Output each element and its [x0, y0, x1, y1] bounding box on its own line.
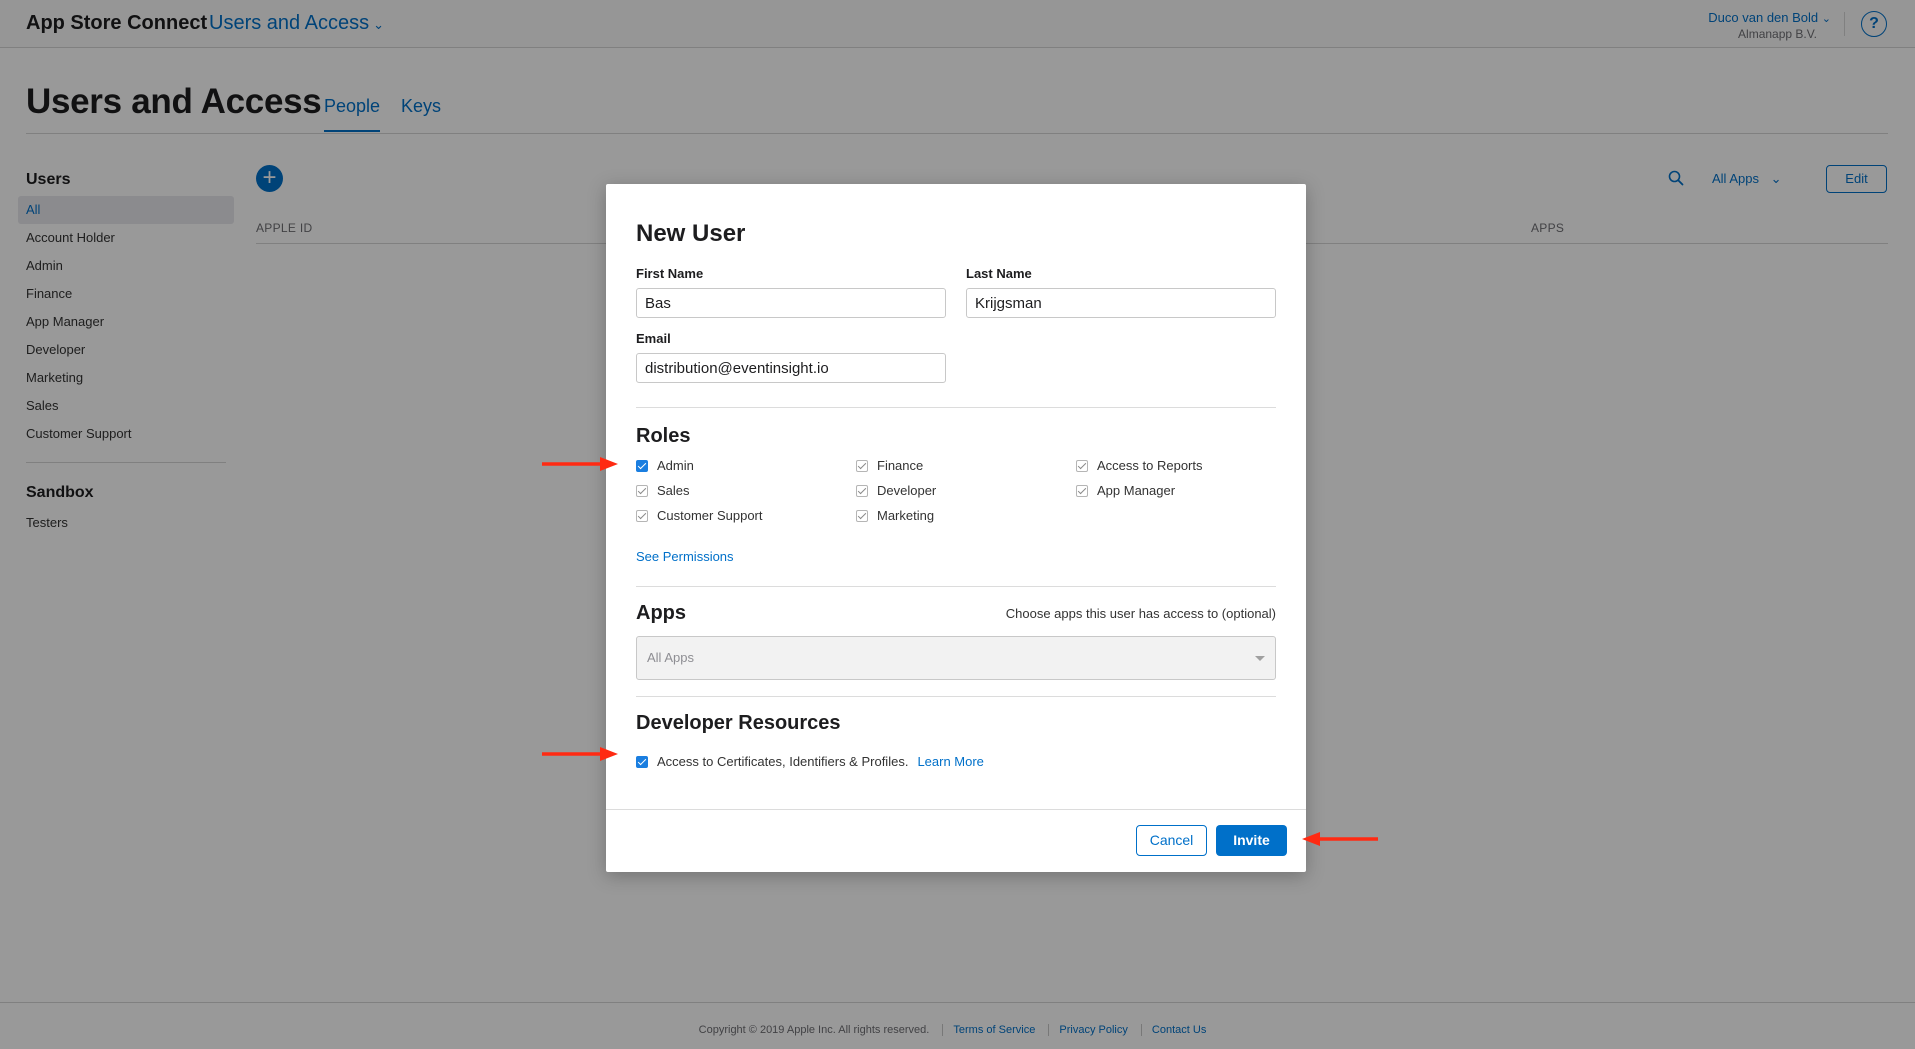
apps-heading: Apps: [636, 602, 686, 624]
see-permissions-link[interactable]: See Permissions: [636, 549, 734, 564]
caret-down-icon: [1255, 656, 1265, 661]
email-field[interactable]: [636, 353, 946, 383]
annotation-arrow-right-icon: [542, 747, 618, 761]
certificates-access-checkbox[interactable]: Access to Certificates, Identifiers & Pr…: [636, 754, 908, 769]
checkbox-checked-icon: [636, 509, 648, 522]
role-checkbox-developer[interactable]: Developer: [856, 483, 936, 498]
annotation-arrow-right-icon: [542, 457, 618, 471]
role-checkbox-sales[interactable]: Sales: [636, 483, 690, 498]
roles-heading: Roles: [636, 425, 691, 447]
cancel-button[interactable]: Cancel: [1136, 825, 1207, 856]
role-checkbox-finance[interactable]: Finance: [856, 458, 923, 473]
checkbox-checked-icon: [636, 484, 648, 497]
apps-select-value: All Apps: [647, 650, 694, 665]
apps-select-dropdown[interactable]: All Apps: [636, 636, 1276, 680]
new-user-dialog: New User First Name Last Name Email Role…: [606, 184, 1306, 872]
role-checkbox-access-to-reports[interactable]: Access to Reports: [1076, 458, 1203, 473]
dialog-footer-divider: [606, 809, 1306, 810]
invite-button[interactable]: Invite: [1216, 825, 1287, 856]
checkbox-checked-icon: [1076, 484, 1088, 497]
first-name-label: First Name: [636, 266, 704, 281]
role-checkbox-customer-support[interactable]: Customer Support: [636, 508, 763, 523]
email-label: Email: [636, 331, 671, 346]
first-name-field[interactable]: [636, 288, 946, 318]
divider: [636, 586, 1276, 587]
checkbox-checked-icon: [636, 459, 648, 472]
role-checkbox-app-manager[interactable]: App Manager: [1076, 483, 1175, 498]
role-checkbox-admin[interactable]: Admin: [636, 458, 694, 473]
annotation-arrow-left-icon: [1302, 832, 1378, 846]
developer-resources-heading: Developer Resources: [636, 712, 841, 734]
checkbox-checked-icon: [636, 755, 648, 768]
developer-resources-row: Access to Certificates, Identifiers & Pr…: [636, 754, 984, 769]
divider: [636, 407, 1276, 408]
role-checkbox-marketing[interactable]: Marketing: [856, 508, 934, 523]
dialog-title: New User: [636, 220, 746, 247]
checkbox-checked-icon: [856, 459, 868, 472]
last-name-field[interactable]: [966, 288, 1276, 318]
last-name-label: Last Name: [966, 266, 1032, 281]
apps-hint-text: Choose apps this user has access to (opt…: [1005, 606, 1276, 621]
learn-more-link[interactable]: Learn More: [917, 754, 983, 769]
divider: [636, 696, 1276, 697]
checkbox-checked-icon: [856, 484, 868, 497]
checkbox-checked-icon: [1076, 459, 1088, 472]
checkbox-checked-icon: [856, 509, 868, 522]
